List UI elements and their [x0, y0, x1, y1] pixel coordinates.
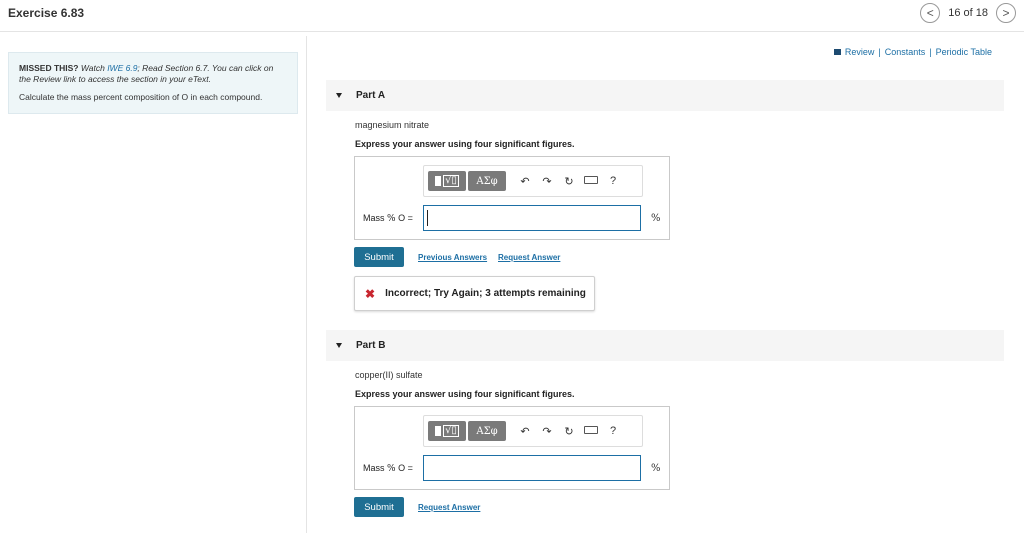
- unit-label: %: [651, 463, 661, 474]
- previous-answers-link[interactable]: Previous Answers: [418, 253, 487, 262]
- part-a-label: Part A: [356, 90, 386, 101]
- unit-label: %: [651, 213, 661, 224]
- chevron-left-icon: <: [926, 6, 934, 20]
- book-icon: [833, 49, 841, 55]
- percent-sign: %: [387, 464, 396, 474]
- redo-icon[interactable]: ↷: [536, 175, 558, 188]
- missed-this-label: MISSED THIS?: [19, 63, 79, 73]
- part-a-header[interactable]: Part A: [326, 80, 1004, 111]
- collapse-triangle-icon[interactable]: [336, 93, 342, 98]
- top-bar: Exercise 6.83 < 16 of 18 >: [0, 0, 1024, 28]
- page-count: 16 of 18: [948, 7, 988, 19]
- mass-prefix: Mass: [363, 213, 388, 223]
- reset-icon[interactable]: ↻: [558, 175, 580, 188]
- part-b-header[interactable]: Part B: [326, 330, 1004, 361]
- part-a-answer-box: √▯ ΑΣφ ↶ ↷ ↻ ? Mass % O = %: [354, 156, 670, 240]
- incorrect-x-icon: ✖: [365, 286, 376, 301]
- prev-page-button[interactable]: <: [920, 3, 941, 23]
- greek-symbols-button[interactable]: ΑΣφ: [468, 171, 506, 191]
- part-b-answer-input[interactable]: [423, 455, 641, 481]
- separator: |: [929, 47, 932, 57]
- percent-sign: %: [387, 214, 396, 224]
- part-b-label: Part B: [356, 340, 386, 351]
- periodic-table-link[interactable]: Periodic Table: [936, 47, 992, 57]
- part-a-instruction: Express your answer using four significa…: [355, 139, 575, 149]
- exercise-title: Exercise 6.83: [8, 6, 85, 20]
- collapse-triangle-icon[interactable]: [336, 343, 342, 348]
- part-b-request-answer-link[interactable]: Request Answer: [418, 503, 480, 512]
- radical-icon: √▯: [443, 425, 459, 437]
- chevron-right-icon: >: [1002, 6, 1010, 20]
- element-label: O =: [395, 463, 413, 473]
- mass-percent-label: Mass % O =: [363, 213, 413, 224]
- radical-icon: √▯: [443, 175, 459, 187]
- greek-symbols-button[interactable]: ΑΣφ: [468, 421, 506, 441]
- mass-prefix: Mass: [363, 463, 388, 473]
- separator: |: [878, 47, 881, 57]
- feedback-text: Incorrect; Try Again; 3 attempts remaini…: [385, 288, 586, 299]
- part-b-instruction: Express your answer using four significa…: [355, 389, 575, 399]
- mass-percent-label: Mass % O =: [363, 463, 413, 474]
- header-divider: [0, 31, 1024, 32]
- constants-link[interactable]: Constants: [885, 47, 926, 57]
- part-a-compound: magnesium nitrate: [355, 120, 430, 130]
- part-b-answer-box: √▯ ΑΣφ ↶ ↷ ↻ ? Mass % O = %: [354, 406, 670, 490]
- element-label: O =: [395, 213, 413, 223]
- keyboard-shortcuts-button[interactable]: [580, 175, 602, 187]
- templates-button[interactable]: √▯: [428, 171, 466, 191]
- redo-icon[interactable]: ↷: [536, 425, 558, 438]
- keyboard-icon: [584, 176, 598, 184]
- undo-icon[interactable]: ↶: [514, 175, 536, 188]
- part-a-answer-input[interactable]: [423, 205, 641, 231]
- help-icon[interactable]: ?: [602, 175, 624, 187]
- iwe-link[interactable]: IWE 6.9: [107, 63, 137, 73]
- next-page-button[interactable]: >: [996, 3, 1016, 23]
- text-cursor: [427, 210, 428, 226]
- part-a-request-answer-link[interactable]: Request Answer: [498, 253, 560, 262]
- square-icon: [435, 426, 442, 436]
- reset-icon[interactable]: ↻: [558, 425, 580, 438]
- pagination: < 16 of 18 >: [920, 3, 1016, 23]
- resources-links: Review | Constants | Periodic Table: [833, 47, 992, 57]
- watch-prefix: Watch: [80, 63, 108, 73]
- help-icon[interactable]: ?: [602, 425, 624, 437]
- problem-statement: Calculate the mass percent composition o…: [19, 92, 263, 102]
- keyboard-icon: [584, 426, 598, 434]
- part-b-submit-button[interactable]: Submit: [354, 497, 404, 517]
- feedback-message: ✖ Incorrect; Try Again; 3 attempts remai…: [354, 276, 595, 311]
- keyboard-shortcuts-button[interactable]: [580, 425, 602, 437]
- part-a-submit-button[interactable]: Submit: [354, 247, 404, 267]
- undo-icon[interactable]: ↶: [514, 425, 536, 438]
- panel-divider: [306, 36, 307, 533]
- square-icon: [435, 176, 442, 186]
- part-b-compound: copper(II) sulfate: [355, 370, 423, 380]
- math-toolbar: √▯ ΑΣφ ↶ ↷ ↻ ?: [423, 165, 643, 197]
- math-toolbar: √▯ ΑΣφ ↶ ↷ ↻ ?: [423, 415, 643, 447]
- review-link[interactable]: Review: [845, 47, 875, 57]
- instructions-panel: MISSED THIS? Watch IWE 6.9; Read Section…: [8, 52, 298, 114]
- templates-button[interactable]: √▯: [428, 421, 466, 441]
